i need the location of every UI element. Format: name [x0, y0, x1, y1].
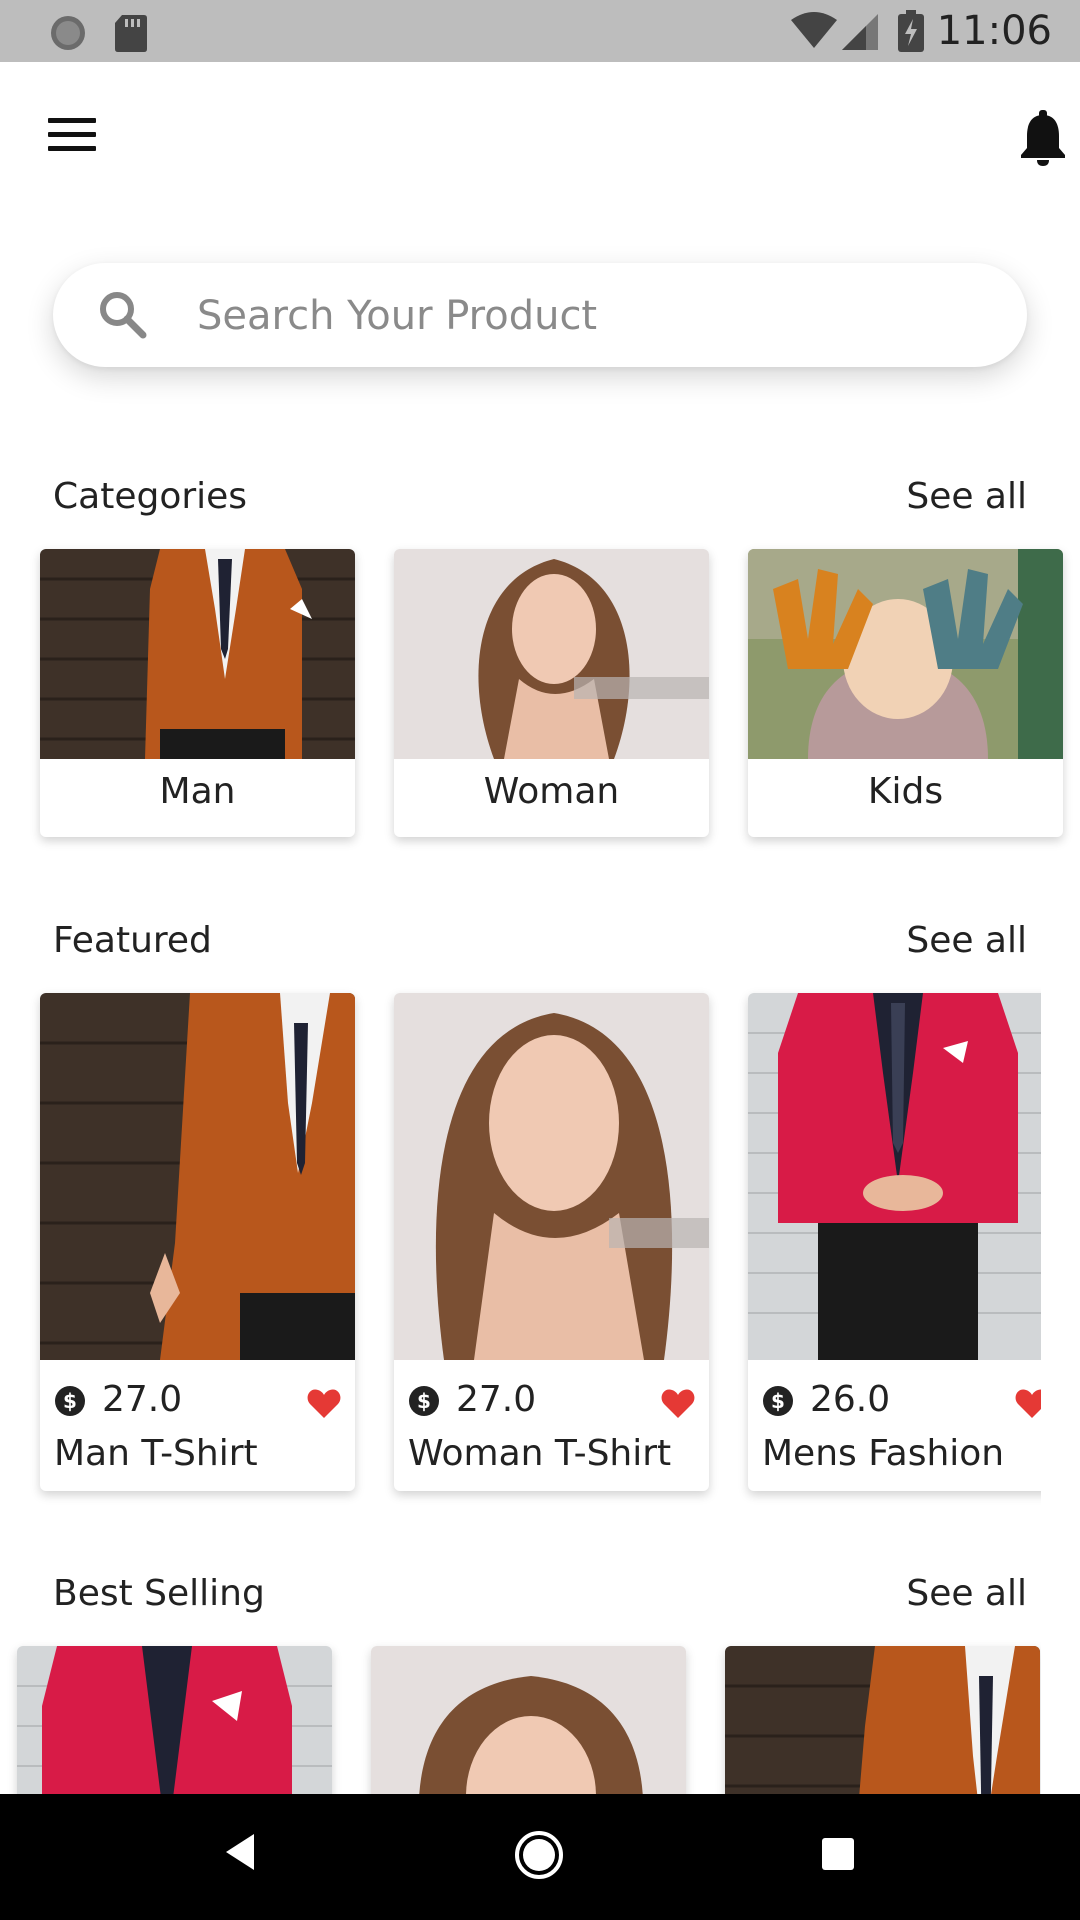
home-icon[interactable]	[514, 1830, 564, 1880]
featured-product-card[interactable]: $ 27.0 Woman T-Shirt	[394, 993, 709, 1491]
orange-jacket-image	[725, 1646, 1040, 1794]
best-selling-list[interactable]	[0, 1640, 1041, 1794]
mens-fashion-image	[748, 993, 1041, 1360]
bell-icon[interactable]	[1018, 110, 1068, 166]
product-name: Man T-Shirt	[54, 1433, 258, 1474]
man-category-image	[40, 549, 355, 759]
product-price: 27.0	[102, 1379, 183, 1420]
battery-charging-icon	[898, 10, 924, 52]
featured-list[interactable]: $ 27.0 Man T-Shirt $ 27.0 Woman T-Shirt	[0, 985, 1041, 1525]
dollar-icon: $	[763, 1386, 793, 1416]
woman-image	[371, 1646, 686, 1794]
man-tshirt-image	[40, 993, 355, 1360]
recents-icon[interactable]	[822, 1838, 854, 1870]
back-icon[interactable]	[222, 1830, 258, 1874]
featured-product-card[interactable]: $ 26.0 Mens Fashion	[748, 993, 1041, 1491]
featured-title: Featured	[53, 920, 212, 961]
category-card-kids[interactable]: Kids	[748, 549, 1063, 837]
dollar-icon: $	[409, 1386, 439, 1416]
best-selling-product-card[interactable]	[725, 1646, 1040, 1794]
featured-product-card[interactable]: $ 27.0 Man T-Shirt	[40, 993, 355, 1491]
app-bar	[0, 62, 1080, 212]
woman-tshirt-image	[394, 993, 709, 1360]
dollar-icon: $	[55, 1386, 85, 1416]
svg-text:$: $	[63, 1389, 77, 1413]
best-selling-product-card[interactable]	[371, 1646, 686, 1794]
category-label: Woman	[483, 771, 620, 812]
categories-see-all-link[interactable]: See all	[906, 476, 1027, 517]
heart-icon[interactable]	[661, 1387, 695, 1419]
status-time: 11:06	[936, 8, 1052, 54]
wifi-icon	[791, 12, 837, 48]
woman-category-image	[394, 549, 709, 759]
kids-category-image	[748, 549, 1063, 759]
status-bar: 11:06	[0, 0, 1080, 62]
heart-icon[interactable]	[1015, 1387, 1041, 1419]
sd-card-icon	[115, 15, 147, 52]
product-name: Mens Fashion	[762, 1433, 1005, 1474]
best-selling-product-card[interactable]	[17, 1646, 332, 1794]
navigation-bar	[0, 1794, 1080, 1920]
product-price: 26.0	[810, 1379, 891, 1420]
category-card-woman[interactable]: Woman	[394, 549, 709, 837]
featured-see-all-link[interactable]: See all	[906, 920, 1027, 961]
search-icon[interactable]	[97, 289, 149, 341]
categories-title: Categories	[53, 476, 248, 517]
category-label: Kids	[867, 771, 944, 812]
best-selling-see-all-link[interactable]: See all	[906, 1573, 1027, 1614]
category-card-man[interactable]: Man	[40, 549, 355, 837]
sync-icon	[51, 16, 85, 50]
product-price: 27.0	[456, 1379, 537, 1420]
product-name: Woman T-Shirt	[408, 1433, 672, 1474]
svg-text:$: $	[771, 1389, 785, 1413]
svg-text:$: $	[417, 1389, 431, 1413]
best-selling-title: Best Selling	[53, 1573, 265, 1614]
menu-icon[interactable]	[48, 118, 96, 158]
search-bar[interactable]	[53, 263, 1027, 367]
search-input[interactable]	[195, 283, 979, 349]
heart-icon[interactable]	[307, 1387, 341, 1419]
category-label: Man	[159, 771, 236, 812]
red-jacket-image	[17, 1646, 332, 1794]
signal-icon	[842, 14, 878, 50]
